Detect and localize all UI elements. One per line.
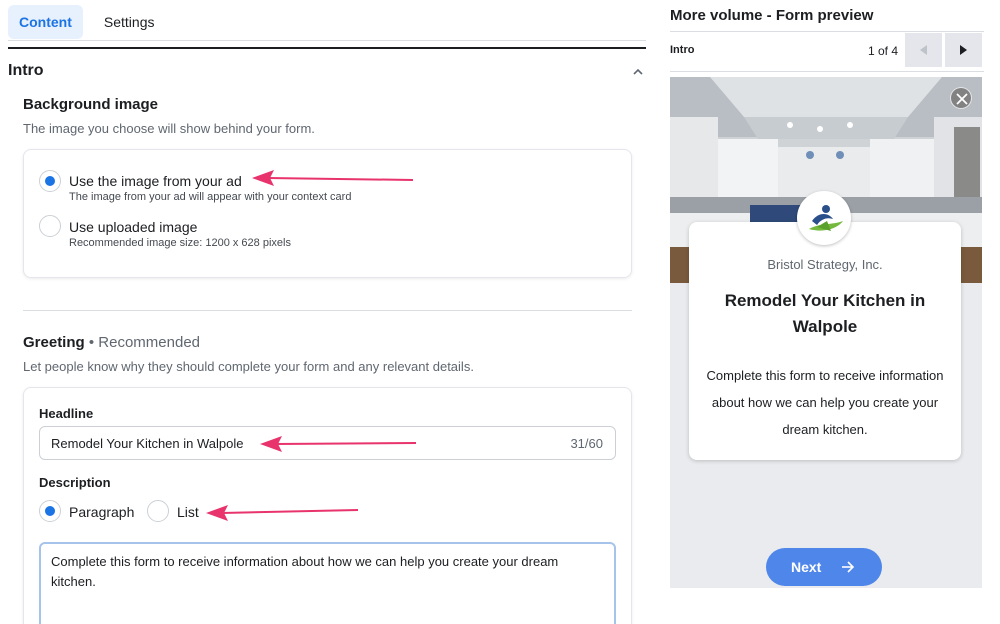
headline-value: Remodel Your Kitchen in Walpole	[51, 436, 244, 451]
tab-settings[interactable]: Settings	[93, 5, 166, 39]
option-label-list: List	[177, 504, 199, 520]
radio-paragraph[interactable]	[39, 500, 61, 522]
headline-char-count: 31/60	[570, 436, 603, 451]
headline-label: Headline	[39, 406, 94, 421]
option-hint-ad-image: The image from your ad will appear with …	[69, 191, 352, 203]
preview-headline: Remodel Your Kitchen in Walpole	[724, 291, 926, 336]
option-label-ad-image: Use the image from your ad	[69, 173, 242, 189]
triangle-left-icon	[920, 45, 927, 55]
radio-ad-image[interactable]	[39, 170, 61, 192]
greeting-title-text: Greeting	[23, 334, 85, 351]
tab-bar: Content Settings	[8, 5, 165, 39]
preview-divider	[670, 71, 984, 72]
preview-description: Complete this form to receive informatio…	[706, 368, 944, 437]
annotation-arrow-icon	[252, 170, 414, 186]
preview-title: More volume - Form preview	[670, 7, 874, 24]
background-image-title: Background image	[23, 96, 159, 113]
section-divider	[8, 47, 646, 49]
editor-panel: Content Settings Intro Background image …	[0, 0, 648, 624]
context-card: Bristol Strategy, Inc. Remodel Your Kitc…	[689, 222, 961, 460]
option-label-uploaded-image: Use uploaded image	[69, 219, 198, 235]
next-button[interactable]: Next	[766, 548, 882, 586]
company-logo	[797, 191, 851, 245]
recommended-badge: • Recommended	[88, 334, 200, 351]
chevron-up-icon[interactable]	[632, 66, 644, 78]
previous-page-button[interactable]	[905, 33, 942, 67]
company-name: Bristol Strategy, Inc.	[767, 257, 883, 272]
greeting-hint: Let people know why they should complete…	[23, 359, 474, 374]
preview-page-count: 1 of 4	[868, 44, 899, 58]
preview-divider	[670, 31, 984, 32]
section-title: Intro	[8, 62, 44, 79]
form-preview-screen: Bristol Strategy, Inc. Remodel Your Kitc…	[670, 77, 982, 588]
next-page-button[interactable]	[945, 33, 982, 67]
tab-content[interactable]: Content	[8, 5, 83, 39]
preview-step-name: Intro	[670, 44, 695, 56]
annotation-arrow-icon	[206, 505, 359, 521]
triangle-right-icon	[960, 45, 967, 55]
option-hint-uploaded-image: Recommended image size: 1200 x 628 pixel…	[69, 237, 291, 249]
option-label-paragraph: Paragraph	[69, 504, 135, 520]
tab-divider	[8, 40, 646, 41]
background-image-hint: The image you choose will show behind yo…	[23, 121, 315, 136]
arrow-right-icon	[842, 561, 855, 573]
divider	[23, 310, 632, 311]
annotation-arrow-icon	[260, 436, 417, 452]
close-preview-button[interactable]	[950, 87, 972, 109]
description-textarea[interactable]: Complete this form to receive informatio…	[39, 542, 616, 624]
preview-panel: More volume - Form preview Intro 1 of 4	[668, 0, 984, 624]
radio-uploaded-image[interactable]	[39, 215, 61, 237]
description-label: Description	[39, 475, 111, 490]
radio-list[interactable]	[147, 500, 169, 522]
logo-icon	[809, 205, 843, 231]
greeting-title: Greeting • Recommended	[23, 334, 200, 351]
close-icon	[956, 93, 968, 105]
next-button-label: Next	[791, 559, 822, 575]
